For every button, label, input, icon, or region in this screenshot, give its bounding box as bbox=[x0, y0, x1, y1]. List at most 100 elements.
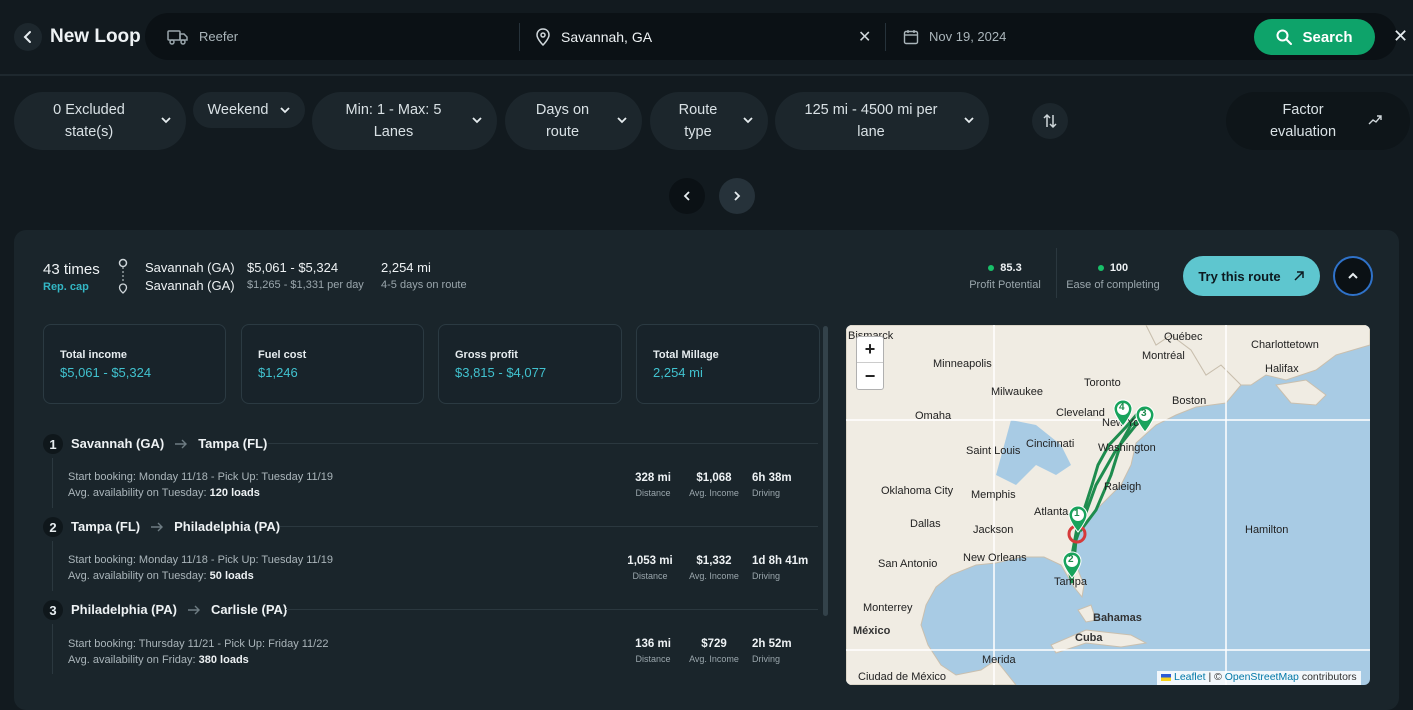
map-label: Cleveland bbox=[1056, 407, 1105, 419]
osm-link[interactable]: OpenStreetMap bbox=[1225, 671, 1299, 683]
stat-title: Fuel cost bbox=[258, 349, 307, 361]
route-times: 43 times bbox=[43, 261, 100, 278]
location-pin-icon bbox=[536, 27, 550, 46]
marker-number: 4 bbox=[1119, 402, 1125, 413]
ease-score: 100 Ease of completing bbox=[1062, 262, 1164, 291]
arrow-right-icon bbox=[187, 605, 200, 614]
metric-label: Distance bbox=[635, 654, 671, 664]
back-button[interactable] bbox=[14, 23, 42, 51]
stat-title: Gross profit bbox=[455, 349, 518, 361]
leg-header: Philadelphia (PA) Carlisle (PA) bbox=[71, 602, 287, 617]
route-per-day: $1,265 - $1,331 per day bbox=[247, 279, 364, 291]
filter-label: Min: 1 - Max: 5 Lanes bbox=[345, 102, 442, 140]
arrow-right-icon bbox=[175, 439, 188, 448]
leg-number: 2 bbox=[43, 517, 63, 537]
leg-from: Philadelphia (PA) bbox=[71, 602, 177, 617]
map-marker-1[interactable]: 1 bbox=[1068, 505, 1088, 538]
timeline-line bbox=[52, 541, 53, 591]
marker-number: 1 bbox=[1074, 508, 1080, 519]
weekend-filter[interactable]: Weekend bbox=[193, 92, 305, 128]
leg-info: Start booking: Thursday 11/21 - Pick Up:… bbox=[68, 636, 328, 668]
leg-distance: 328 mi Distance bbox=[628, 472, 678, 498]
leg-availability: 380 loads bbox=[198, 654, 249, 666]
next-page-button[interactable] bbox=[719, 178, 755, 214]
swap-sort-button[interactable] bbox=[1032, 103, 1068, 139]
leg-availability-prefix: Avg. availability on Tuesday: bbox=[68, 570, 210, 582]
equipment-field[interactable]: Reefer bbox=[167, 13, 507, 60]
stat-title: Total income bbox=[60, 349, 128, 361]
leg-income: $1,332 Avg. Income bbox=[684, 555, 744, 581]
chevron-down-icon bbox=[743, 117, 753, 124]
leg-info: Start booking: Monday 11/18 - Pick Up: T… bbox=[68, 469, 333, 501]
chevron-down-icon bbox=[964, 117, 974, 124]
excluded-states-filter[interactable]: 0 Excluded state(s) bbox=[14, 92, 186, 150]
metric-value: $1,068 bbox=[696, 472, 732, 484]
divider bbox=[280, 526, 818, 527]
status-dot bbox=[988, 265, 995, 272]
metric-label: Avg. Income bbox=[689, 654, 739, 664]
metric-value: 1,053 mi bbox=[627, 555, 673, 567]
ease-value: 100 bbox=[1109, 262, 1129, 274]
map-marker-3[interactable]: 3 bbox=[1135, 405, 1155, 438]
leg-driving: 1d 8h 41m Driving bbox=[752, 555, 816, 581]
map-label: Jackson bbox=[973, 524, 1014, 536]
leg-driving: 2h 52m Driving bbox=[752, 638, 802, 664]
map-label: Monterrey bbox=[863, 602, 913, 614]
stat-total-income: Total income $5,061 - $5,324 bbox=[43, 324, 226, 404]
close-button[interactable]: ✕ bbox=[1393, 26, 1408, 47]
metric-value: 1d 8h 41m bbox=[752, 555, 809, 567]
map-label: Merida bbox=[982, 654, 1016, 666]
stat-fuel-cost: Fuel cost $1,246 bbox=[241, 324, 424, 404]
map-marker-4[interactable]: 4 bbox=[1113, 399, 1133, 432]
filter-label: 0 Excluded state(s) bbox=[53, 102, 125, 140]
filter-label: Route type bbox=[678, 102, 718, 140]
stat-title: Total Millage bbox=[653, 349, 719, 361]
clear-location-button[interactable]: ✕ bbox=[858, 27, 871, 47]
chevron-right-icon bbox=[734, 191, 741, 201]
map-label: New Orleans bbox=[963, 552, 1027, 564]
days-on-route-filter[interactable]: Days on route bbox=[505, 92, 642, 150]
location-value: Savannah, GA bbox=[561, 28, 653, 45]
leg-header: Tampa (FL) Philadelphia (PA) bbox=[71, 519, 280, 534]
leg-availability-prefix: Avg. availability on Tuesday: bbox=[68, 487, 210, 499]
status-dot bbox=[1097, 265, 1104, 272]
collapse-button[interactable] bbox=[1333, 256, 1373, 296]
rep-cap-label: Rep. cap bbox=[43, 281, 89, 293]
previous-page-button[interactable] bbox=[669, 178, 705, 214]
stat-value: $5,061 - $5,324 bbox=[60, 365, 152, 380]
metric-label: Avg. Income bbox=[689, 571, 739, 581]
try-route-button[interactable]: Try this route bbox=[1183, 256, 1320, 296]
metric-label: Driving bbox=[752, 488, 781, 498]
leg-header: Savannah (GA) Tampa (FL) bbox=[71, 436, 267, 451]
flag-icon bbox=[1161, 673, 1171, 681]
map-zoom-control: + − bbox=[856, 336, 884, 390]
metric-label: Driving bbox=[752, 654, 781, 664]
ease-label: Ease of completing bbox=[1066, 279, 1160, 291]
route-type-filter[interactable]: Route type bbox=[650, 92, 768, 150]
map-label: Ciudad de México bbox=[858, 671, 947, 683]
map-label: Minneapolis bbox=[933, 358, 992, 370]
distance-filter[interactable]: 125 mi - 4500 mi per lane bbox=[775, 92, 989, 150]
leaflet-link[interactable]: Leaflet bbox=[1174, 671, 1206, 683]
leg-availability: 50 loads bbox=[209, 570, 254, 582]
chevron-left-icon bbox=[23, 31, 31, 43]
location-field[interactable]: Savannah, GA bbox=[535, 13, 835, 60]
search-icon bbox=[1276, 29, 1293, 45]
origin-destination-icon bbox=[118, 258, 128, 294]
map-label: Dallas bbox=[910, 518, 941, 530]
map-label: Washington bbox=[1098, 442, 1156, 454]
zoom-out-button[interactable]: − bbox=[857, 363, 883, 389]
zoom-in-button[interactable]: + bbox=[857, 337, 883, 363]
map-label: Memphis bbox=[971, 489, 1016, 501]
factor-evaluation-button[interactable]: Factor evaluation bbox=[1226, 92, 1410, 150]
search-button[interactable]: Search bbox=[1254, 19, 1375, 55]
date-field[interactable]: Nov 19, 2024 bbox=[903, 13, 1103, 60]
timeline-line bbox=[52, 624, 53, 674]
chevron-down-icon bbox=[617, 117, 627, 124]
map-marker-2[interactable]: 2 bbox=[1062, 551, 1082, 584]
route-map[interactable]: Bismarck Québec Charlottetown Montréal H… bbox=[846, 325, 1370, 685]
metric-value: 136 mi bbox=[635, 638, 671, 650]
scrollbar[interactable] bbox=[823, 326, 828, 616]
lanes-filter[interactable]: Min: 1 - Max: 5 Lanes bbox=[312, 92, 497, 150]
metric-label: Avg. Income bbox=[689, 488, 739, 498]
